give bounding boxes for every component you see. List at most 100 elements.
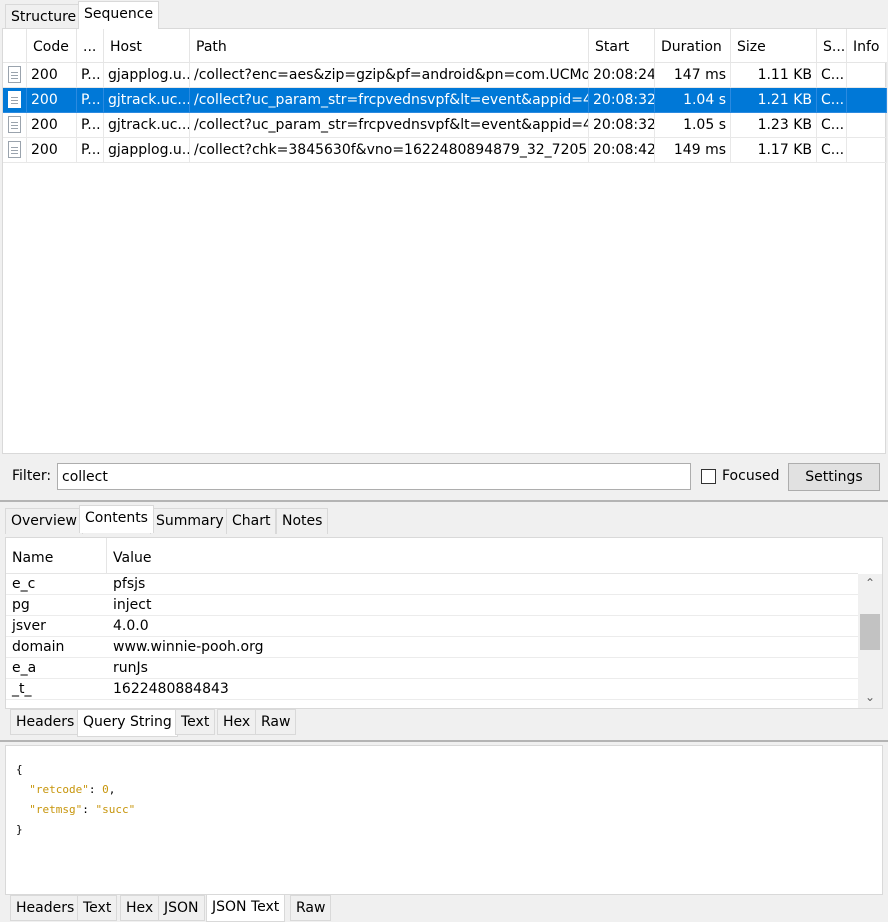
param-name: _t_ xyxy=(12,681,32,697)
tab-notes[interactable]: Notes xyxy=(276,508,329,534)
scroll-up-icon[interactable]: ⌃ xyxy=(858,576,882,590)
column-size[interactable]: Size xyxy=(731,29,817,63)
partial-row xyxy=(6,700,858,708)
req-tab-hex[interactable]: Hex xyxy=(217,709,257,735)
cell-duration: 1.05 s xyxy=(655,113,731,138)
cell-duration: 1.04 s xyxy=(655,88,731,113)
filter-bar: Filter: Focused Settings xyxy=(2,455,886,499)
cell-path: /collect?uc_param_str=frcpvednsvpf&lt=ev… xyxy=(190,113,589,138)
splitter-bottom[interactable] xyxy=(0,740,888,742)
req-tab-raw[interactable]: Raw xyxy=(255,709,297,735)
param-value: pfsjs xyxy=(113,576,146,592)
document-icon xyxy=(8,141,21,158)
column-host[interactable]: Host xyxy=(104,29,190,63)
query-string-scrollbar[interactable]: ⌃ ⌄ xyxy=(858,574,882,708)
tab-summary[interactable]: Summary xyxy=(150,508,230,534)
req-tab-headers[interactable]: Headers xyxy=(10,709,81,735)
param-value: runJs xyxy=(113,660,148,676)
column-status[interactable]: S... xyxy=(817,29,847,63)
param-value: inject xyxy=(113,597,152,613)
table-row[interactable]: 200 P... gjtrack.uc.../collect?uc_param_st… xyxy=(3,113,887,138)
cell-path: /collect?enc=aes&zip=gzip&pf=android&pn=… xyxy=(190,63,589,88)
request-icon-cell xyxy=(3,138,27,163)
cell-size: 1.11 KB xyxy=(731,63,817,88)
tab-sequence[interactable]: Sequence xyxy=(78,1,160,29)
param-value: 1622480884843 xyxy=(113,681,229,697)
focused-label[interactable]: Focused xyxy=(722,468,779,484)
json-key: "retcode" xyxy=(29,783,89,796)
resp-tab-json-text[interactable]: JSON Text xyxy=(206,894,286,922)
cell-method: P... xyxy=(77,88,104,113)
tab-contents[interactable]: Contents xyxy=(79,505,154,533)
list-item[interactable]: e_a runJs xyxy=(6,658,858,679)
json-key: "retmsg" xyxy=(29,803,83,816)
icon-column-header[interactable] xyxy=(3,29,27,63)
list-item[interactable]: pg inject xyxy=(6,595,858,616)
param-name: domain xyxy=(12,639,65,655)
param-name: e_a xyxy=(12,660,37,676)
splitter-top[interactable] xyxy=(0,500,888,502)
column-method[interactable]: ... xyxy=(77,29,104,63)
scroll-down-icon[interactable]: ⌄ xyxy=(858,690,882,704)
column-value[interactable]: Value xyxy=(107,538,858,574)
param-name: pg xyxy=(12,597,30,613)
json-open-brace: { xyxy=(16,763,23,776)
tab-structure[interactable]: Structure xyxy=(5,4,83,30)
tab-chart[interactable]: Chart xyxy=(226,508,277,534)
tab-overview[interactable]: Overview xyxy=(5,508,83,534)
settings-button[interactable]: Settings xyxy=(788,463,880,491)
query-string-header: Name Value xyxy=(6,538,858,574)
cell-status: C... xyxy=(817,63,847,88)
cell-host: gjtrack.uc... xyxy=(104,113,190,138)
cell-size: 1.21 KB xyxy=(731,88,817,113)
cell-info xyxy=(847,138,887,163)
req-tab-text[interactable]: Text xyxy=(175,709,216,735)
param-name: e_c xyxy=(12,576,36,592)
resp-tab-hex[interactable]: Hex xyxy=(120,895,160,921)
filter-input[interactable] xyxy=(57,463,691,490)
resp-tab-raw[interactable]: Raw xyxy=(290,895,332,921)
column-duration[interactable]: Duration xyxy=(655,29,731,63)
table-row[interactable]: 200 P... gjtrack.uc.../collect?uc_param_st… xyxy=(3,88,887,113)
cell-status: C... xyxy=(817,88,847,113)
req-tab-query-string[interactable]: Query String xyxy=(77,709,178,737)
column-start[interactable]: Start xyxy=(589,29,655,63)
request-icon-cell xyxy=(3,113,27,138)
list-item[interactable]: e_c pfsjs xyxy=(6,574,858,595)
scrollbar-thumb[interactable] xyxy=(860,614,880,650)
column-info[interactable]: Info xyxy=(847,29,887,63)
focused-checkbox[interactable] xyxy=(701,469,716,484)
request-table: Code ... Host Path Start Duration Size S… xyxy=(2,28,887,454)
table-header: Code ... Host Path Start Duration Size S… xyxy=(3,29,887,63)
json-response-panel: { "retcode": 0, "retmsg": "succ" } xyxy=(5,745,883,895)
request-icon-cell xyxy=(3,88,27,113)
column-code[interactable]: Code xyxy=(27,29,77,63)
cell-info xyxy=(847,88,887,113)
document-icon xyxy=(8,66,21,83)
cell-duration: 149 ms xyxy=(655,138,731,163)
cell-method: P... xyxy=(77,63,104,88)
cell-path: /collect?chk=3845630f&vno=1622480894879_… xyxy=(190,138,589,163)
cell-code: 200 xyxy=(27,113,77,138)
resp-tab-headers[interactable]: Headers xyxy=(10,895,81,921)
list-item[interactable]: domain www.winnie-pooh.org xyxy=(6,637,858,658)
filter-label: Filter: xyxy=(12,468,52,484)
list-item[interactable]: _t_ 1622480884843 xyxy=(6,679,858,700)
param-name: jsver xyxy=(12,618,46,634)
cell-code: 200 xyxy=(27,63,77,88)
cell-start: 20:08:24 xyxy=(589,63,655,88)
column-path[interactable]: Path xyxy=(190,29,589,63)
cell-size: 1.23 KB xyxy=(731,113,817,138)
json-value: 0 xyxy=(102,783,109,796)
table-row[interactable]: 200 P... gjapplog.u.../collect?enc=aes&zip… xyxy=(3,63,887,88)
json-value: "succ" xyxy=(95,803,136,816)
cell-method: P... xyxy=(77,113,104,138)
table-row[interactable]: 200 P... gjapplog.u.../collect?chk=3845630… xyxy=(3,138,887,163)
json-close-brace: } xyxy=(16,823,23,836)
resp-tab-text[interactable]: Text xyxy=(77,895,118,921)
list-item[interactable]: jsver 4.0.0 xyxy=(6,616,858,637)
param-value: 4.0.0 xyxy=(113,618,149,634)
cell-path: /collect?uc_param_str=frcpvednsvpf&lt=ev… xyxy=(190,88,589,113)
column-name[interactable]: Name xyxy=(6,538,107,574)
resp-tab-json[interactable]: JSON xyxy=(158,895,205,921)
